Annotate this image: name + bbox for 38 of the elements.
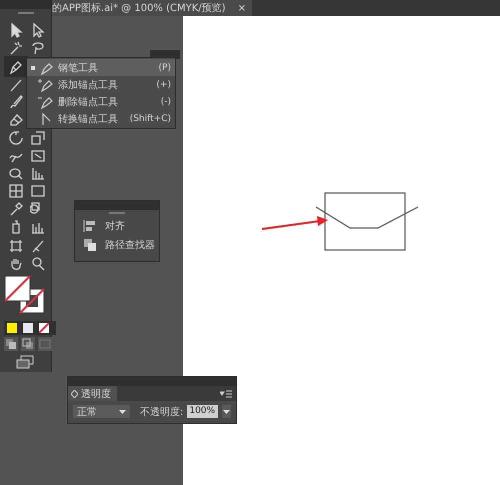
eyedropper-icon[interactable]	[8, 201, 24, 217]
arrow	[262, 216, 328, 230]
none-swatch-icon[interactable]	[39, 323, 49, 333]
menu-item[interactable]: 添加锚点工具 (+)	[27, 76, 175, 93]
slice-icon[interactable]	[30, 238, 46, 254]
expand-icon[interactable]	[71, 390, 78, 398]
caret-icon	[118, 410, 126, 414]
brush-icon[interactable]	[8, 94, 24, 110]
mesh-icon[interactable]	[8, 183, 24, 199]
document-tab[interactable]: 的APP图标.ai* @ 100% (CMYK/预览) ×	[52, 0, 252, 16]
zoom-icon[interactable]	[30, 256, 46, 272]
opacity-dropdown-button[interactable]	[222, 405, 232, 418]
pathfinder-icon	[83, 238, 97, 252]
rotate-icon[interactable]	[8, 130, 24, 146]
screen-mode-icon[interactable]	[16, 355, 34, 369]
menu-item[interactable]: 钢笔工具 (P)	[27, 59, 175, 76]
artboard-icon[interactable]	[8, 238, 24, 254]
draw-behind-icon[interactable]	[21, 337, 35, 351]
draw-normal-icon[interactable]	[4, 337, 18, 351]
menu-item[interactable]: 删除锚点工具 (-)	[27, 93, 175, 110]
magic-wand-icon[interactable]	[8, 40, 24, 56]
panel-item[interactable]: 路径查找器	[75, 235, 159, 254]
color-swatch[interactable]	[7, 323, 17, 333]
scale-icon[interactable]	[30, 130, 46, 146]
free-transform-icon[interactable]	[30, 148, 46, 164]
line-icon[interactable]	[8, 77, 24, 93]
lasso-icon[interactable]	[30, 40, 46, 56]
panel-item[interactable]: 对齐	[75, 216, 159, 235]
blend-mode-dropdown[interactable]: 正常	[73, 405, 130, 418]
opacity-label: 不透明度:	[140, 406, 184, 418]
chart-icon[interactable]	[30, 165, 46, 181]
panel-tab[interactable]: 透明度	[68, 386, 117, 401]
align-icon	[83, 218, 97, 232]
gradient-swatch[interactable]	[23, 323, 33, 333]
opacity-field[interactable]: 100%	[187, 405, 218, 418]
menu-item[interactable]: 转换锚点工具 (Shift+C)	[27, 110, 175, 127]
panel-menu-icon[interactable]	[220, 390, 232, 398]
caret-icon	[222, 410, 230, 414]
